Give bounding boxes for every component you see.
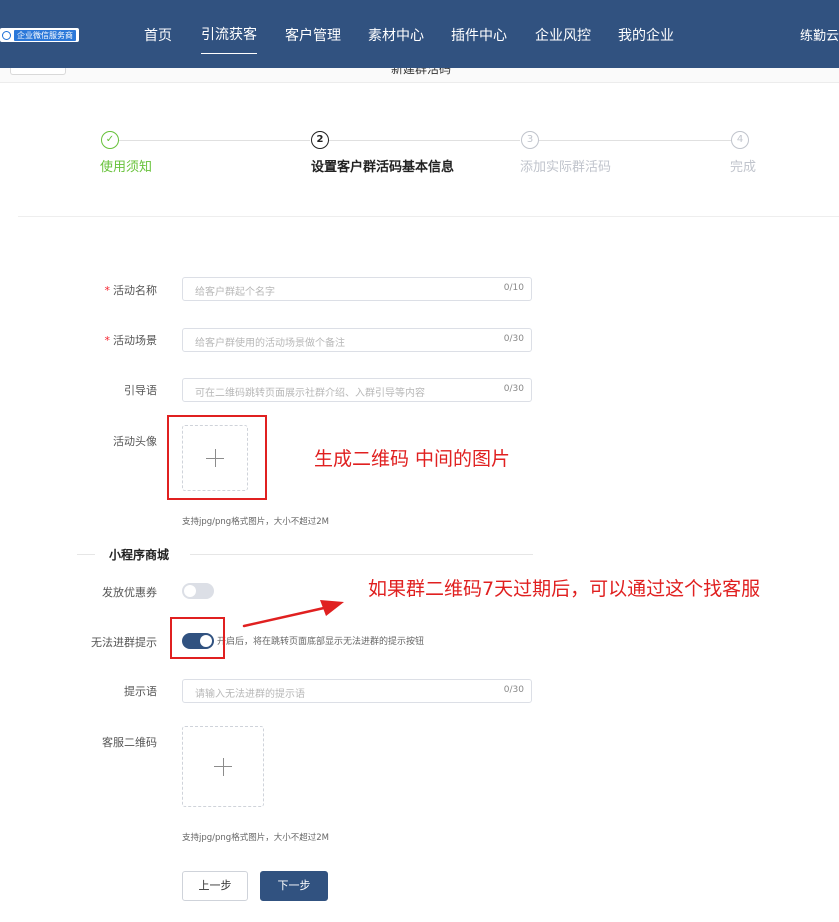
required-mark: * [104, 334, 111, 347]
guide-text-label: 引导语 [124, 384, 157, 397]
annotation-text-switch: 如果群二维码7天过期后，可以通过这个找客服 [368, 578, 761, 600]
search-icon [2, 30, 11, 40]
step-1-check-icon: ✓ [101, 131, 119, 149]
top-nav-bar: 企业微信服务商 首页 引流获客 客户管理 素材中心 插件中心 企业风控 我的企业… [0, 0, 839, 68]
step-connector-3 [539, 140, 731, 141]
guide-text-placeholder: 可在二维码跳转页面展示社群介绍、入群引导等内容 [195, 388, 425, 399]
activity-scene-char-count: 0/30 [503, 334, 524, 344]
activity-scene-label: * 活动场景 [105, 332, 158, 348]
service-qr-uploader[interactable] [182, 726, 264, 807]
coupon-toggle[interactable] [182, 583, 214, 599]
activity-scene-input[interactable]: 给客户群使用的活动场景做个备注 0/30 [182, 328, 532, 352]
activity-scene-label-text: 活动场景 [113, 334, 157, 347]
back-button[interactable] [10, 68, 66, 75]
guide-text-char-count: 0/30 [503, 384, 524, 394]
nav-item-risk-control[interactable]: 企业风控 [535, 25, 591, 45]
step-connector-2 [329, 140, 520, 141]
brand-logo[interactable]: 企业微信服务商 [0, 28, 79, 42]
nav-item-customer-management[interactable]: 客户管理 [285, 25, 341, 45]
activity-scene-placeholder: 给客户群使用的活动场景做个备注 [195, 338, 345, 349]
section-divider-left [77, 554, 95, 555]
activity-name-label-text: 活动名称 [113, 284, 157, 297]
step-2-number: 2 [311, 131, 329, 149]
previous-step-button[interactable]: 上一步 [182, 871, 248, 901]
step-3-number: 3 [521, 131, 539, 149]
next-step-button[interactable]: 下一步 [260, 871, 328, 901]
activity-avatar-label: 活动头像 [113, 435, 157, 448]
step-1-label: 使用须知 [100, 160, 153, 175]
step-2-label: 设置客户群活码基本信息 [311, 160, 455, 175]
prompt-text-label: 提示语 [124, 685, 157, 698]
activity-name-char-count: 0/10 [503, 283, 524, 293]
required-mark: * [104, 284, 111, 297]
annotation-arrow-icon [242, 600, 344, 628]
activity-name-label: * 活动名称 [105, 282, 158, 298]
step-3-label: 添加实际群活码 [520, 160, 612, 175]
step-4-label: 完成 [730, 160, 757, 175]
guide-text-input[interactable]: 可在二维码跳转页面展示社群介绍、入群引导等内容 0/30 [182, 378, 532, 402]
activity-name-placeholder: 给客户群起个名字 [195, 287, 275, 298]
cannot-join-note: 开启后，将在跳转页面底部显示无法进群的提示按钮 [217, 637, 425, 647]
toggle-knob [184, 585, 196, 597]
brand-logo-text: 企业微信服务商 [14, 29, 76, 41]
sub-header: 新建群活码 [0, 68, 839, 83]
cannot-join-label: 无法进群提示 [91, 636, 157, 649]
prompt-text-char-count: 0/30 [503, 685, 524, 695]
nav-item-home[interactable]: 首页 [144, 25, 172, 45]
prompt-text-placeholder: 请输入无法进群的提示语 [195, 689, 305, 700]
step-connector-1 [119, 140, 310, 141]
page-title: 新建群活码 [391, 68, 452, 76]
section-divider-right [190, 554, 533, 555]
nav-item-plugin-center[interactable]: 插件中心 [451, 25, 507, 45]
coupon-label: 发放优惠券 [102, 586, 157, 599]
nav-item-material-center[interactable]: 素材中心 [368, 25, 424, 45]
step-4-number: 4 [731, 131, 749, 149]
service-qr-label: 客服二维码 [102, 736, 157, 749]
activity-name-input[interactable]: 给客户群起个名字 0/10 [182, 277, 532, 301]
section-title-mini-program-mall: 小程序商城 [109, 548, 170, 562]
prompt-text-input[interactable]: 请输入无法进群的提示语 0/30 [182, 679, 532, 703]
service-qr-hint: 支持jpg/png格式图片，大小不超过2M [182, 833, 329, 843]
plus-icon [214, 757, 232, 776]
nav-item-my-enterprise[interactable]: 我的企业 [618, 25, 674, 45]
nav-item-lead-generation[interactable]: 引流获客 [201, 24, 257, 54]
user-account-name[interactable]: 练勤云 [800, 25, 839, 44]
steps-divider [18, 216, 839, 217]
activity-avatar-hint: 支持jpg/png格式图片，大小不超过2M [182, 517, 329, 527]
annotation-box-switch [170, 617, 225, 659]
annotation-text-avatar: 生成二维码 中间的图片 [314, 448, 511, 470]
annotation-box-avatar [167, 415, 267, 500]
